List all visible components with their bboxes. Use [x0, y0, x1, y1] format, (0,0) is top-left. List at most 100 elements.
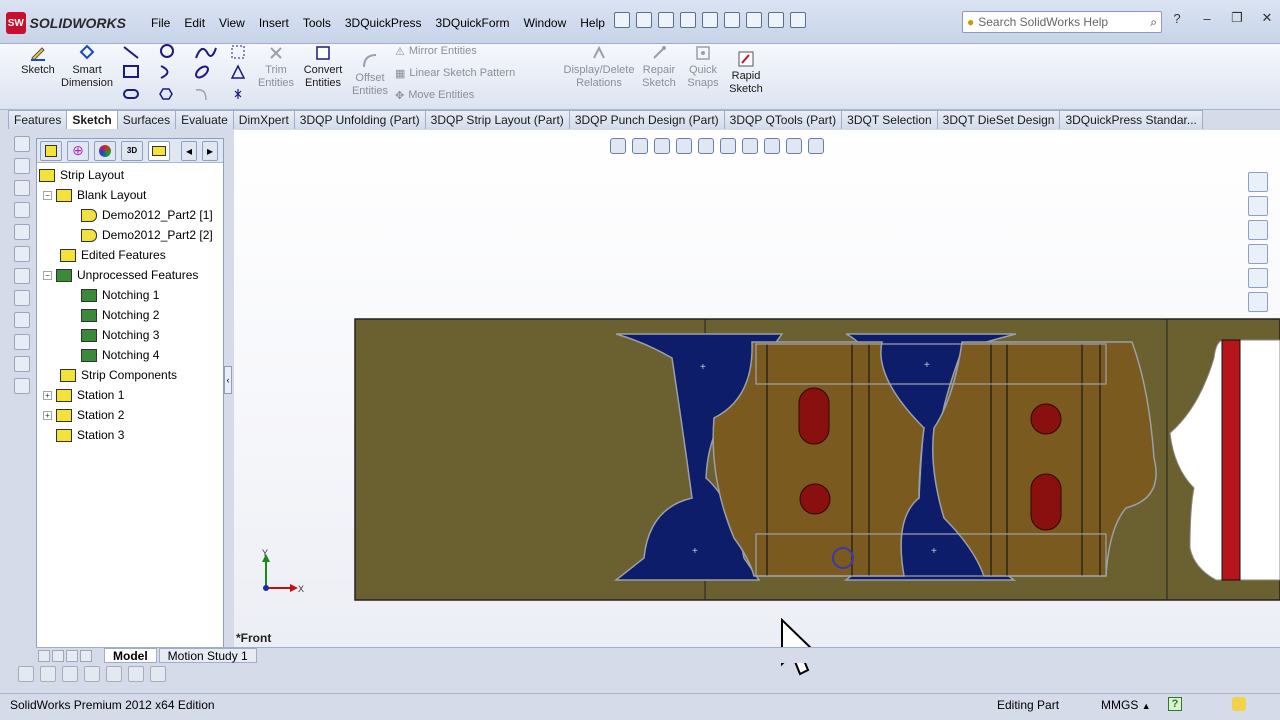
tool-icon[interactable] [14, 158, 30, 174]
tab-model[interactable]: Model [104, 648, 157, 663]
tool-icon[interactable] [40, 666, 56, 682]
first-tab-icon[interactable] [38, 649, 50, 662]
move-entities-button[interactable]: ✥ Move Entities [395, 84, 515, 106]
tab-motion-study[interactable]: Motion Study 1 [158, 648, 257, 663]
tool-icon[interactable] [128, 666, 144, 682]
menu-file[interactable]: File [144, 14, 177, 32]
tool-icon[interactable] [14, 334, 30, 350]
linear-pattern-button[interactable]: ▦ Linear Sketch Pattern [395, 62, 515, 84]
property-manager-tab-icon[interactable]: ⊕ [67, 140, 89, 161]
tab-3dqp-unfolding[interactable]: 3DQP Unfolding (Part) [293, 110, 426, 129]
tool-icon[interactable] [14, 136, 30, 152]
tab-evaluate[interactable]: Evaluate [175, 110, 234, 129]
display-style-icon[interactable] [720, 138, 736, 154]
search-icon[interactable]: ⌕ [1150, 15, 1157, 30]
mirror-entities-button[interactable]: ⚠ Mirror Entities [395, 40, 515, 62]
save-icon[interactable] [658, 12, 674, 28]
tab-3dqp-punch-design[interactable]: 3DQP Punch Design (Part) [568, 110, 725, 129]
trim-entities-button[interactable]: Trim Entities [256, 44, 296, 90]
previous-view-icon[interactable] [654, 138, 670, 154]
collapse-panel-icon[interactable]: ‹ [224, 366, 232, 394]
tool-icon[interactable] [14, 202, 30, 218]
tree-item-notching-4[interactable]: Notching 4 [37, 345, 223, 365]
zoom-to-fit-icon[interactable] [610, 138, 626, 154]
tab-dimxpert[interactable]: DimXpert [232, 110, 295, 129]
view-settings-icon[interactable] [808, 138, 824, 154]
view-palette-icon[interactable] [1248, 244, 1268, 264]
tree-item-blank-layout[interactable]: − Blank Layout [37, 185, 223, 205]
tree-item-part-2[interactable]: Demo2012_Part2 [2] [37, 225, 223, 245]
next-tab-icon[interactable] [66, 649, 78, 662]
file-properties-icon[interactable] [768, 12, 784, 28]
sketch-entity-icons[interactable] [120, 44, 250, 106]
quick-snaps-button[interactable]: Quick Snaps [686, 44, 720, 90]
restore-icon[interactable]: ❐ [1228, 10, 1246, 26]
tool-icon[interactable] [62, 666, 78, 682]
tool-icon[interactable] [14, 290, 30, 306]
tab-3dqt-dieset-design[interactable]: 3DQT DieSet Design [936, 110, 1061, 129]
rebuild-icon[interactable] [746, 12, 762, 28]
tree-item-station-2[interactable]: + Station 2 [37, 405, 223, 425]
tool-icon[interactable] [14, 312, 30, 328]
tab-surfaces[interactable]: Surfaces [116, 110, 177, 129]
new-document-icon[interactable] [614, 12, 630, 28]
menu-window[interactable]: Window [517, 14, 574, 32]
tool-icon[interactable] [106, 666, 122, 682]
print-icon[interactable] [680, 12, 696, 28]
tool-icon[interactable] [14, 378, 30, 394]
tree-item-notching-2[interactable]: Notching 2 [37, 305, 223, 325]
units-selector[interactable]: MMGS ▲ [1101, 698, 1151, 712]
solidworks-logo[interactable]: SW SOLIDWORKS [6, 10, 126, 36]
tool-icon[interactable] [150, 666, 166, 682]
strip-layout-tab-icon[interactable] [148, 140, 170, 161]
repair-sketch-button[interactable]: Repair Sketch [640, 44, 678, 90]
options-icon[interactable] [790, 12, 806, 28]
help-question-icon[interactable]: ? [1168, 11, 1186, 26]
menu-view[interactable]: View [212, 14, 252, 32]
menu-edit[interactable]: Edit [177, 14, 212, 32]
apply-scene-icon[interactable] [786, 138, 802, 154]
menu-3dquickform[interactable]: 3DQuickForm [429, 14, 517, 32]
tree-item-station-1[interactable]: + Station 1 [37, 385, 223, 405]
tree-root-strip-layout[interactable]: Strip Layout [37, 165, 223, 185]
strip-layout-drawing[interactable]: + + + + [354, 318, 1280, 602]
tree-item-notching-1[interactable]: Notching 1 [37, 285, 223, 305]
select-arrow-icon[interactable] [724, 12, 740, 28]
tool-icon[interactable] [14, 180, 30, 196]
tree-item-station-3[interactable]: Station 3 [37, 425, 223, 445]
rapid-sketch-button[interactable]: Rapid Sketch [728, 50, 764, 96]
undo-icon[interactable] [702, 12, 718, 28]
custom-properties-icon[interactable] [1248, 292, 1268, 312]
feature-tree-tab-icon[interactable] [40, 140, 62, 161]
scroll-left-icon[interactable]: ◂ [181, 140, 197, 161]
expand-icon[interactable]: + [43, 390, 52, 400]
menu-insert[interactable]: Insert [252, 14, 296, 32]
3dquickpress-tab-icon[interactable]: 3D [121, 140, 143, 161]
prev-tab-icon[interactable] [52, 649, 64, 662]
sketch-button[interactable]: Sketch [20, 44, 56, 77]
tab-3dqp-qtools[interactable]: 3DQP QTools (Part) [723, 110, 843, 129]
menu-help[interactable]: Help [573, 14, 612, 32]
smart-dimension-button[interactable]: Smart Dimension [61, 44, 113, 90]
design-library-icon[interactable] [1248, 196, 1268, 216]
home-icon[interactable] [1248, 172, 1268, 192]
convert-entities-button[interactable]: Convert Entities [300, 44, 346, 90]
menu-3dquickpress[interactable]: 3DQuickPress [338, 14, 429, 32]
zoom-to-area-icon[interactable] [632, 138, 648, 154]
tool-icon[interactable] [84, 666, 100, 682]
appearances-icon[interactable] [1248, 268, 1268, 288]
tool-icon[interactable] [14, 246, 30, 262]
panel-splitter[interactable]: ‹ [224, 138, 234, 648]
minimize-icon[interactable]: – [1198, 11, 1216, 26]
tool-icon[interactable] [14, 224, 30, 240]
tool-icon[interactable] [18, 666, 34, 682]
close-icon[interactable]: ✕ [1258, 10, 1276, 26]
tree-item-strip-components[interactable]: Strip Components [37, 365, 223, 385]
collapse-icon[interactable]: − [43, 190, 52, 200]
search-box[interactable]: ● Search SolidWorks Help ⌕ [962, 11, 1162, 33]
tree-item-unprocessed-features[interactable]: − Unprocessed Features [37, 265, 223, 285]
last-tab-icon[interactable] [80, 649, 92, 662]
edit-appearance-icon[interactable] [764, 138, 780, 154]
menu-tools[interactable]: Tools [296, 14, 338, 32]
tab-3dquickpress-standard[interactable]: 3DQuickPress Standar... [1059, 110, 1203, 129]
